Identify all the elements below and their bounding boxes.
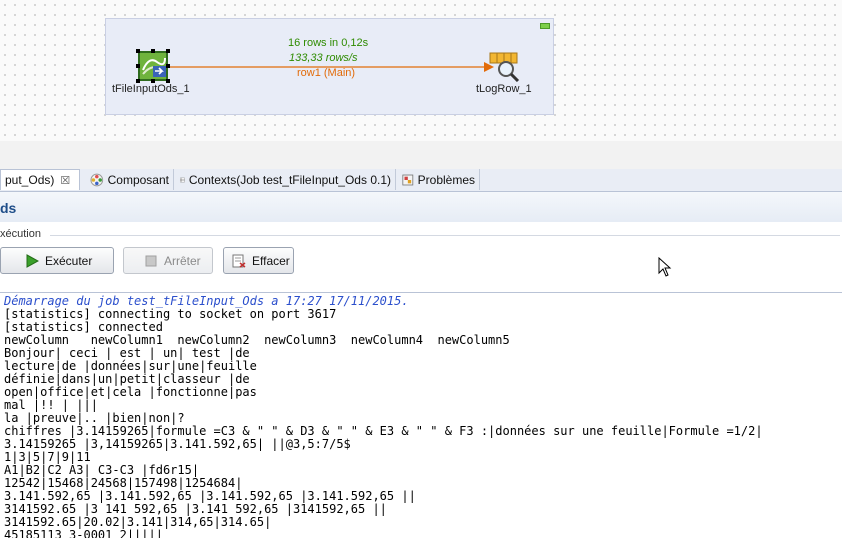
stop-button[interactable]: Arrêter: [123, 247, 213, 274]
view-tab-bar: put_Ods) ☒ Composant Contexts(Job test_t…: [0, 169, 842, 192]
tab-problems-label: Problèmes: [417, 172, 475, 187]
tab-contexts-label: Contexts(Job test_tFileInput_Ods 0.1): [188, 172, 391, 187]
close-icon[interactable]: ☒: [60, 174, 70, 187]
contexts-icon: [180, 177, 185, 182]
tfileinputods-label: tFileInputOds_1: [112, 83, 190, 95]
tab-run-job-label: put_Ods): [5, 173, 55, 187]
tab-contexts[interactable]: Contexts(Job test_tFileInput_Ods 0.1): [176, 169, 396, 190]
view-title: ds: [0, 200, 17, 216]
mouse-cursor-icon: [658, 257, 672, 277]
designer-footer: [0, 141, 842, 169]
group-separator: [50, 235, 840, 236]
tfileinputods-component[interactable]: [135, 48, 171, 84]
tab-component[interactable]: Composant: [86, 169, 174, 190]
clear-console-icon: [232, 254, 246, 268]
tlogrow-component[interactable]: [489, 52, 521, 83]
clear-button-label: Effacer: [252, 253, 290, 268]
run-button[interactable]: Exécuter: [0, 247, 114, 274]
run-button-label: Exécuter: [45, 253, 93, 268]
connection-rate-stat: 133,33 rows/s: [289, 52, 358, 64]
subjob-collapse-toggle[interactable]: [540, 23, 550, 29]
connection-rows-stat: 16 rows in 0,12s: [288, 37, 369, 49]
play-icon: [26, 253, 39, 268]
tab-run-job[interactable]: put_Ods) ☒: [0, 169, 80, 190]
problems-icon: [402, 174, 414, 185]
tab-component-label: Composant: [107, 172, 169, 187]
stop-icon: [145, 255, 157, 266]
run-view-header: ds: [0, 192, 842, 223]
tlogrow-label: tLogRow_1: [476, 83, 532, 95]
component-icon: [90, 173, 104, 186]
log-row-icon: [489, 52, 520, 83]
stop-button-label: Arrêter: [164, 253, 201, 268]
connection-name[interactable]: row1 (Main): [297, 67, 355, 79]
console-output[interactable]: Démarrage du job test_tFileInput_Ods a 1…: [0, 292, 842, 538]
ods-file-input-icon: [136, 49, 170, 83]
execution-group-label: xécution: [0, 228, 41, 240]
tab-problems[interactable]: Problèmes: [398, 169, 480, 190]
clear-button[interactable]: Effacer: [223, 247, 294, 274]
